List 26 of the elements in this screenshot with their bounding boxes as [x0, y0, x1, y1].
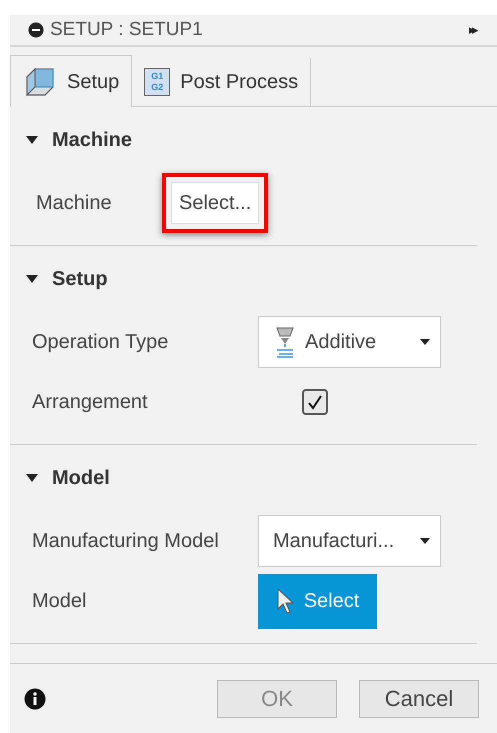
window-title: SETUP : SETUP1 [50, 18, 203, 42]
field-label: Model [32, 589, 88, 614]
dialog-button[interactable]: Cancel [359, 680, 479, 718]
field-label: Arrangement [32, 390, 149, 415]
field-label: Manufacturing Model [32, 529, 220, 554]
collapse-triangle-icon[interactable] [26, 273, 38, 285]
dropdown-caret-icon [420, 537, 430, 545]
collapse-triangle-icon[interactable] [26, 134, 38, 146]
field-label: Machine [35, 191, 113, 216]
checkbox[interactable] [302, 389, 328, 415]
collapse-icon[interactable] [28, 22, 44, 38]
dropdown-caret-icon [420, 338, 430, 346]
dropdown[interactable]: Additive [258, 316, 441, 368]
checkmark-icon [306, 393, 324, 411]
section-title: Model [52, 466, 110, 491]
code-sheet-icon: G1 G2 [144, 68, 170, 96]
info-icon[interactable] [24, 688, 46, 710]
cursor-icon [276, 587, 296, 615]
section-title: Setup [52, 267, 108, 292]
field-label: Operation Type [32, 330, 170, 355]
expand-glyph[interactable]: ▸▸ [469, 20, 475, 40]
dropdown[interactable]: Manufacturi... [258, 515, 441, 567]
tab[interactable]: Setup [10, 55, 132, 107]
section-title: Machine [52, 128, 132, 153]
collapse-triangle-icon[interactable] [26, 472, 38, 484]
select-button[interactable]: Select... [171, 182, 260, 224]
